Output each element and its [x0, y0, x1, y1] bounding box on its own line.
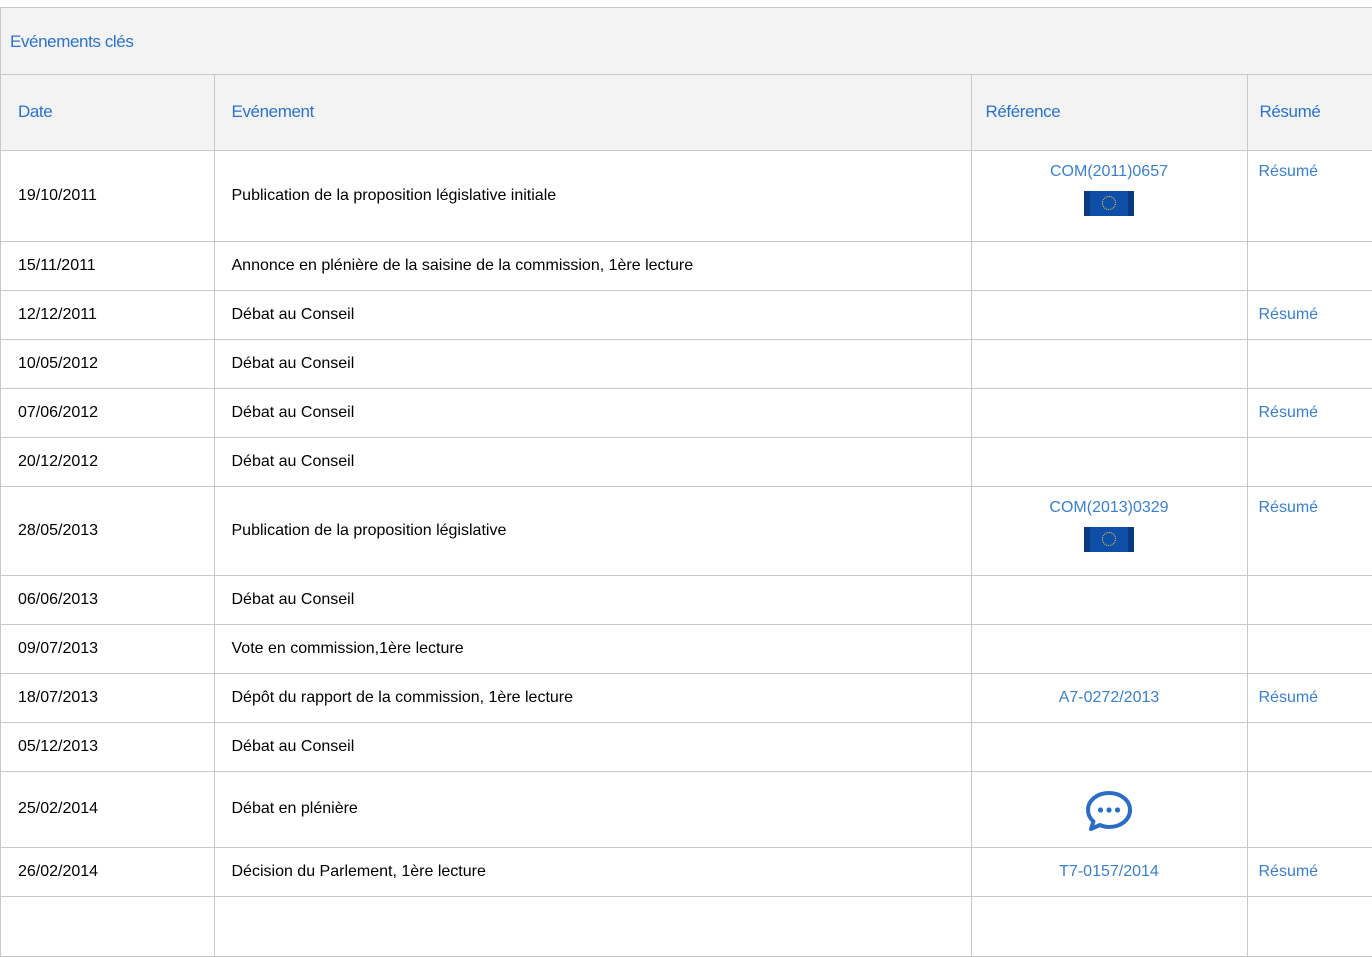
reference-cell [971, 722, 1248, 772]
table-row: 10/05/2012 Débat au Conseil [1, 339, 1372, 389]
summary-cell [1247, 722, 1372, 772]
summary-cell: Résumé [1247, 847, 1372, 897]
panel-title: Evénements clés [1, 8, 1372, 75]
date-cell: 09/07/2013 [1, 624, 215, 674]
column-header-summary: Résumé [1247, 75, 1372, 151]
reference-link[interactable]: A7-0272/2013 [1059, 689, 1160, 706]
reference-cell: COM(2013)0329 [971, 486, 1248, 576]
event-cell: Débat au Conseil [214, 388, 972, 438]
table-row: 07/06/2012 Débat au Conseil Résumé [1, 388, 1372, 438]
event-cell: Débat au Conseil [214, 575, 972, 625]
reference-cell [971, 388, 1248, 438]
chat-bubble-icon[interactable] [1084, 789, 1134, 833]
table-row: 26/02/2014 Décision du Parlement, 1ère l… [1, 847, 1372, 897]
summary-cell [1247, 437, 1372, 487]
reference-link[interactable]: COM(2011)0657 [1050, 163, 1168, 180]
column-header-date: Date [1, 75, 215, 151]
summary-cell: Résumé [1247, 486, 1372, 576]
event-cell: Débat au Conseil [214, 722, 972, 772]
date-cell: 28/05/2013 [1, 486, 215, 576]
summary-cell: Résumé [1247, 388, 1372, 438]
date-cell: 18/07/2013 [1, 673, 215, 723]
event-cell: Débat au Conseil [214, 290, 972, 340]
table-row: 25/02/2014 Débat en plénière [1, 771, 1372, 848]
date-cell: 15/11/2011 [1, 241, 215, 291]
event-cell: Vote en commission,1ère lecture [214, 624, 972, 674]
reference-cell [971, 339, 1248, 389]
column-header-event: Evénement [214, 75, 972, 151]
date-cell: 25/02/2014 [1, 771, 215, 848]
reference-cell [971, 437, 1248, 487]
reference-cell [971, 290, 1248, 340]
summary-cell: Résumé [1247, 290, 1372, 340]
summary-link[interactable]: Résumé [1259, 499, 1319, 516]
summary-cell [1247, 575, 1372, 625]
reference-cell [971, 241, 1248, 291]
summary-cell [1247, 771, 1372, 848]
table-row: 28/05/2013 Publication de la proposition… [1, 486, 1372, 576]
summary-link[interactable]: Résumé [1259, 689, 1319, 706]
reference-cell [971, 624, 1248, 674]
event-cell: Décision du Parlement, 1ère lecture [214, 847, 972, 897]
date-cell: 06/06/2013 [1, 575, 215, 625]
table-row: 19/10/2011 Publication de la proposition… [1, 150, 1372, 242]
date-cell [1, 896, 215, 957]
reference-link[interactable]: T7-0157/2014 [1059, 863, 1159, 880]
reference-cell [971, 896, 1248, 957]
event-cell: Publication de la proposition législativ… [214, 150, 972, 242]
reference-link[interactable]: COM(2013)0329 [1049, 499, 1168, 516]
table-row: 05/12/2013 Débat au Conseil [1, 722, 1372, 772]
summary-cell: Résumé [1247, 150, 1372, 242]
summary-cell: Résumé [1247, 673, 1372, 723]
key-events-panel: Evénements clés Date Evénement Référence… [0, 7, 1372, 957]
summary-cell [1247, 241, 1372, 291]
summary-cell [1247, 339, 1372, 389]
summary-link[interactable]: Résumé [1259, 163, 1319, 180]
event-cell [214, 896, 972, 957]
summary-link[interactable]: Résumé [1259, 306, 1319, 323]
date-cell: 05/12/2013 [1, 722, 215, 772]
event-cell: Débat en plénière [214, 771, 972, 848]
date-cell: 07/06/2012 [1, 388, 215, 438]
summary-cell [1247, 624, 1372, 674]
event-cell: Débat au Conseil [214, 437, 972, 487]
date-cell: 26/02/2014 [1, 847, 215, 897]
summary-link[interactable]: Résumé [1259, 404, 1319, 421]
table-row: 18/07/2013 Dépôt du rapport de la commis… [1, 673, 1372, 723]
date-cell: 12/12/2011 [1, 290, 215, 340]
event-cell: Dépôt du rapport de la commission, 1ère … [214, 673, 972, 723]
reference-cell: T7-0157/2014 [971, 847, 1248, 897]
event-cell: Publication de la proposition législativ… [214, 486, 972, 576]
reference-cell: A7-0272/2013 [971, 673, 1248, 723]
date-cell: 10/05/2012 [1, 339, 215, 389]
event-cell: Annonce en plénière de la saisine de la … [214, 241, 972, 291]
reference-cell [971, 575, 1248, 625]
table-header-row: Date Evénement Référence Résumé [1, 75, 1372, 151]
reference-cell [971, 771, 1248, 848]
event-cell: Débat au Conseil [214, 339, 972, 389]
date-cell: 19/10/2011 [1, 150, 215, 242]
table-row: 15/11/2011 Annonce en plénière de la sai… [1, 241, 1372, 291]
table-row: 09/07/2013 Vote en commission,1ère lectu… [1, 624, 1372, 674]
table-row: 12/12/2011 Débat au Conseil Résumé [1, 290, 1372, 340]
table-row: 06/06/2013 Débat au Conseil [1, 575, 1372, 625]
date-cell: 20/12/2012 [1, 437, 215, 487]
eu-flag-icon[interactable] [1084, 190, 1134, 216]
summary-cell [1247, 896, 1372, 957]
reference-cell: COM(2011)0657 [971, 150, 1248, 242]
table-row [1, 896, 1372, 957]
table-row: 20/12/2012 Débat au Conseil [1, 437, 1372, 487]
summary-link[interactable]: Résumé [1259, 863, 1319, 880]
column-header-reference: Référence [971, 75, 1248, 151]
eu-flag-icon[interactable] [1084, 526, 1134, 552]
key-events-table: Date Evénement Référence Résumé 19/10/20… [1, 75, 1372, 957]
